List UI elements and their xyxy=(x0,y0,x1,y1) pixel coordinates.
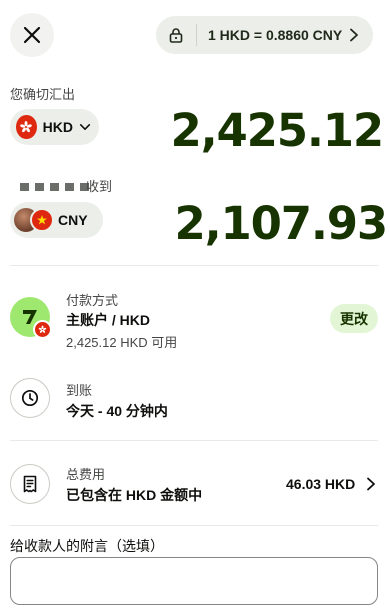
clock-icon xyxy=(10,378,50,418)
receive-currency-selector[interactable]: CNY xyxy=(10,202,103,238)
note-label: 给收款人的附言（选填） xyxy=(10,538,164,554)
chevron-right-icon[interactable] xyxy=(366,477,376,496)
payment-method-caption: 付款方式 xyxy=(66,293,119,308)
send-currency-code: HKD xyxy=(42,119,73,135)
masked-recipient-name xyxy=(20,183,89,191)
chevron-down-icon xyxy=(79,124,91,130)
fees-title: 已包含在 HKD 金额中 xyxy=(66,487,203,503)
exchange-rate-text: 1 HKD = 0.8860 CNY xyxy=(208,27,343,43)
section-divider xyxy=(10,525,378,526)
receive-currency-code: CNY xyxy=(58,212,88,228)
fees-caption: 总费用 xyxy=(66,467,106,482)
close-button[interactable] xyxy=(10,13,54,57)
arrival-time: 今天 - 40 分钟内 xyxy=(66,403,168,419)
close-icon xyxy=(23,26,41,44)
send-amount[interactable]: 2,425.12 xyxy=(171,104,385,157)
section-divider xyxy=(10,440,378,441)
send-currency-selector[interactable]: HKD xyxy=(10,109,99,145)
send-label: 您确切汇出 xyxy=(10,87,76,102)
payment-method-title: 主账户 / HKD xyxy=(66,312,150,328)
recipient-avatar-group xyxy=(14,208,54,232)
section-divider xyxy=(10,265,378,266)
receive-label: 收到 xyxy=(86,179,113,194)
arrival-caption: 到账 xyxy=(66,383,93,398)
exchange-rate-button[interactable]: 1 HKD = 0.8860 CNY xyxy=(156,16,373,54)
cn-flag-icon xyxy=(30,208,54,232)
lock-icon xyxy=(156,27,196,43)
receive-amount[interactable]: 2,107.93 xyxy=(175,197,389,250)
payment-balance: 2,425.12 HKD 可用 xyxy=(66,335,178,350)
note-input[interactable] xyxy=(10,557,378,605)
chevron-right-icon xyxy=(349,28,373,42)
fees-amount[interactable]: 46.03 HKD xyxy=(286,476,355,492)
change-payment-button[interactable]: 更改 xyxy=(330,304,378,333)
hk-flag-icon xyxy=(16,115,37,139)
receipt-icon xyxy=(10,464,50,504)
hk-mini-flag-icon xyxy=(33,320,52,339)
